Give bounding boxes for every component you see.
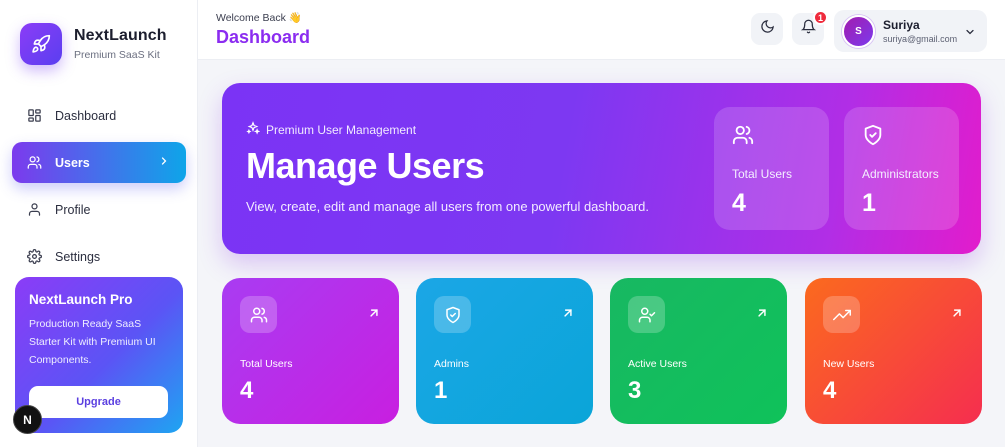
- hero-tag-label: Premium User Management: [266, 122, 417, 137]
- arrow-up-right-icon: [561, 306, 575, 325]
- stat-card-value: 4: [823, 377, 837, 404]
- stat-card-total-users[interactable]: Total Users 4: [222, 278, 399, 424]
- avatar: S: [842, 15, 875, 48]
- notification-count-badge: 1: [813, 10, 828, 25]
- hero-stat-label: Total Users: [732, 167, 793, 181]
- shield-check-icon: [862, 124, 884, 150]
- hero-stat-value: 1: [862, 189, 876, 217]
- chevron-right-icon: [158, 155, 170, 170]
- pro-upgrade-card: NextLaunch Pro Production Ready SaaS Sta…: [15, 277, 183, 433]
- sidebar-item-users[interactable]: Users: [12, 142, 186, 183]
- brand-subtitle: Premium SaaS Kit: [74, 49, 160, 61]
- theme-toggle-button[interactable]: [751, 13, 783, 45]
- sidebar-nav: Dashboard Users Profile Settings: [12, 95, 186, 283]
- trending-up-icon: [823, 296, 860, 333]
- user-name: Suriya: [883, 18, 920, 32]
- hero-stat-value: 4: [732, 189, 746, 217]
- user-menu[interactable]: S Suriya suriya@gmail.com: [834, 10, 987, 52]
- sidebar-item-profile[interactable]: Profile: [12, 189, 186, 230]
- brand[interactable]: NextLaunch Premium SaaS Kit: [20, 23, 167, 65]
- sidebar-item-dashboard[interactable]: Dashboard: [12, 95, 186, 136]
- hero-title: Manage Users: [246, 145, 485, 186]
- user-email: suriya@gmail.com: [883, 34, 958, 44]
- bell-icon: [800, 19, 816, 39]
- arrow-up-right-icon: [367, 306, 381, 325]
- users-icon: [240, 296, 277, 333]
- user-icon: [26, 202, 42, 218]
- user-check-icon: [628, 296, 665, 333]
- notifications-button[interactable]: 1: [792, 10, 828, 45]
- users-icon: [732, 125, 754, 150]
- rocket-icon: [20, 23, 62, 65]
- dev-tools-badge[interactable]: N: [13, 405, 42, 434]
- upgrade-button[interactable]: Upgrade: [29, 386, 168, 418]
- page-title: Dashboard: [216, 27, 311, 47]
- arrow-up-right-icon: [755, 306, 769, 325]
- stat-card-label: New Users: [823, 358, 875, 370]
- sidebar-item-label: Dashboard: [55, 108, 117, 123]
- brand-name: NextLaunch: [74, 27, 167, 44]
- stat-card-label: Total Users: [240, 358, 293, 370]
- stat-card-value: 1: [434, 377, 448, 404]
- top-header: Welcome Back 👋 Dashboard 1 S Suriya suri…: [198, 0, 1005, 60]
- stat-card-value: 3: [628, 377, 642, 404]
- hero-description: View, create, edit and manage all users …: [246, 199, 649, 214]
- sidebar-item-label: Profile: [55, 202, 91, 217]
- pro-card-description: Production Ready SaaS Starter Kit with P…: [29, 318, 156, 366]
- users-icon: [26, 155, 42, 171]
- stat-card-new-users[interactable]: New Users 4: [805, 278, 982, 424]
- welcome-text: Welcome Back 👋: [216, 12, 302, 24]
- sidebar-item-label: Settings: [55, 249, 101, 264]
- moon-icon: [760, 19, 775, 39]
- stat-card-label: Active Users: [628, 358, 687, 370]
- stat-card-active-users[interactable]: Active Users 3: [610, 278, 787, 424]
- stat-card-value: 4: [240, 377, 254, 404]
- grid-icon: [26, 108, 42, 124]
- hero-stat-label: Administrators: [862, 167, 939, 181]
- hero-tag: Premium User Management: [246, 121, 416, 138]
- sidebar-item-label: Users: [55, 155, 90, 170]
- sidebar: NextLaunch Premium SaaS Kit Dashboard Us…: [0, 0, 198, 447]
- hero-banner: Premium User Management Manage Users Vie…: [222, 83, 981, 254]
- gear-icon: [26, 249, 42, 265]
- hero-stat-administrators: Administrators 1: [844, 107, 959, 230]
- chevron-down-icon: [964, 25, 976, 43]
- sparkles-icon: [246, 121, 261, 138]
- stat-card-label: Admins: [434, 358, 470, 370]
- stat-card-admins[interactable]: Admins 1: [416, 278, 593, 424]
- arrow-up-right-icon: [950, 306, 964, 325]
- hero-stat-total-users: Total Users 4: [714, 107, 829, 230]
- sidebar-item-settings[interactable]: Settings: [12, 236, 186, 277]
- pro-card-title: NextLaunch Pro: [29, 292, 133, 307]
- shield-check-icon: [434, 296, 471, 333]
